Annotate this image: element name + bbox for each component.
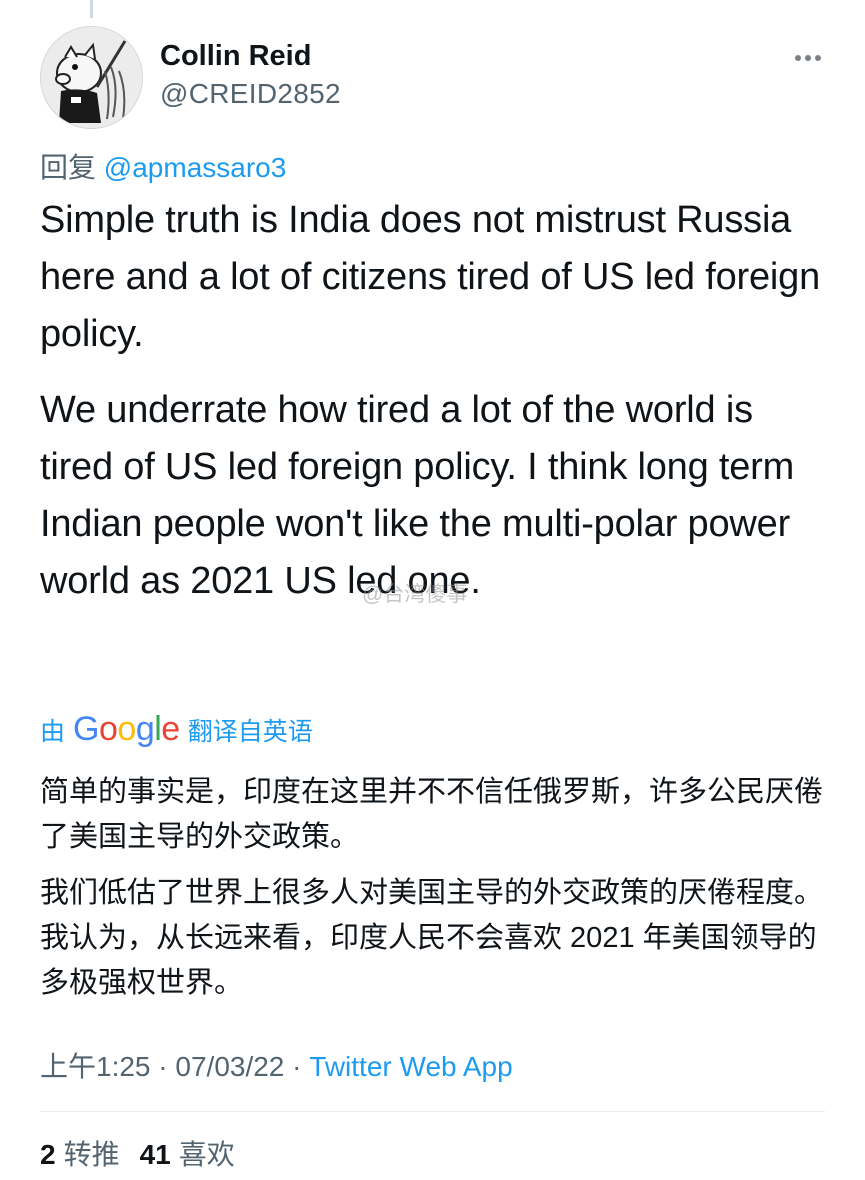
dot bbox=[795, 55, 801, 61]
reply-prefix: 回复 bbox=[40, 152, 97, 183]
translation-paragraph: 简单的事实是，印度在这里并不不信任俄罗斯，许多公民厌倦了美国主导的外交政策。 bbox=[40, 776, 824, 853]
likes-stat[interactable]: 41 喜欢 bbox=[140, 1133, 235, 1173]
tweet-source-link[interactable]: Twitter Web App bbox=[309, 1051, 512, 1082]
translation-prefix: 由 bbox=[40, 717, 66, 746]
more-options-icon[interactable] bbox=[793, 48, 823, 68]
author-name[interactable]: Collin Reid bbox=[160, 40, 311, 73]
tweet-time[interactable]: 上午1:25 bbox=[40, 1051, 151, 1082]
avatar[interactable] bbox=[40, 26, 143, 129]
likes-label: 喜欢 bbox=[178, 1139, 235, 1170]
dot bbox=[815, 55, 821, 61]
thread-connector-line bbox=[90, 0, 93, 18]
avatar-image bbox=[41, 27, 142, 128]
tweet-body: Simple truth is India does not mistrust … bbox=[40, 192, 830, 629]
reply-target-link[interactable]: @apmassaro3 bbox=[104, 152, 287, 183]
divider bbox=[40, 1111, 825, 1112]
author-handle[interactable]: @CREID2852 bbox=[160, 78, 341, 110]
tweet-metadata: 上午1:25 · 07/03/22 · Twitter Web App bbox=[40, 1045, 513, 1085]
translation-attribution[interactable]: 由 Google 翻译自英语 bbox=[40, 710, 313, 749]
engagement-stats: 2 转推 41 喜欢 bbox=[40, 1133, 235, 1173]
translated-text: 简单的事实是，印度在这里并不不信任俄罗斯，许多公民厌倦了美国主导的外交政策。 我… bbox=[40, 770, 830, 1017]
tweet-paragraph: Simple truth is India does not mistrust … bbox=[40, 199, 821, 355]
retweets-count: 2 bbox=[40, 1139, 56, 1170]
likes-count: 41 bbox=[139, 1139, 171, 1170]
tweet-paragraph: We underrate how tired a lot of the worl… bbox=[40, 389, 795, 602]
retweets-stat[interactable]: 2 转推 bbox=[40, 1133, 120, 1173]
tweet-date[interactable]: 07/03/22 bbox=[175, 1051, 284, 1082]
translation-paragraph: 我们低估了世界上很多人对美国主导的外交政策的厌倦程度。我认为，从长远来看，印度人… bbox=[40, 877, 824, 999]
meta-separator: · bbox=[158, 1051, 168, 1082]
dot bbox=[805, 55, 811, 61]
google-logo: Google bbox=[73, 710, 180, 748]
meta-separator: · bbox=[292, 1051, 302, 1082]
retweets-label: 转推 bbox=[63, 1139, 120, 1170]
reply-context: 回复 @apmassaro3 bbox=[40, 146, 286, 186]
translation-suffix: 翻译自英语 bbox=[187, 717, 313, 746]
